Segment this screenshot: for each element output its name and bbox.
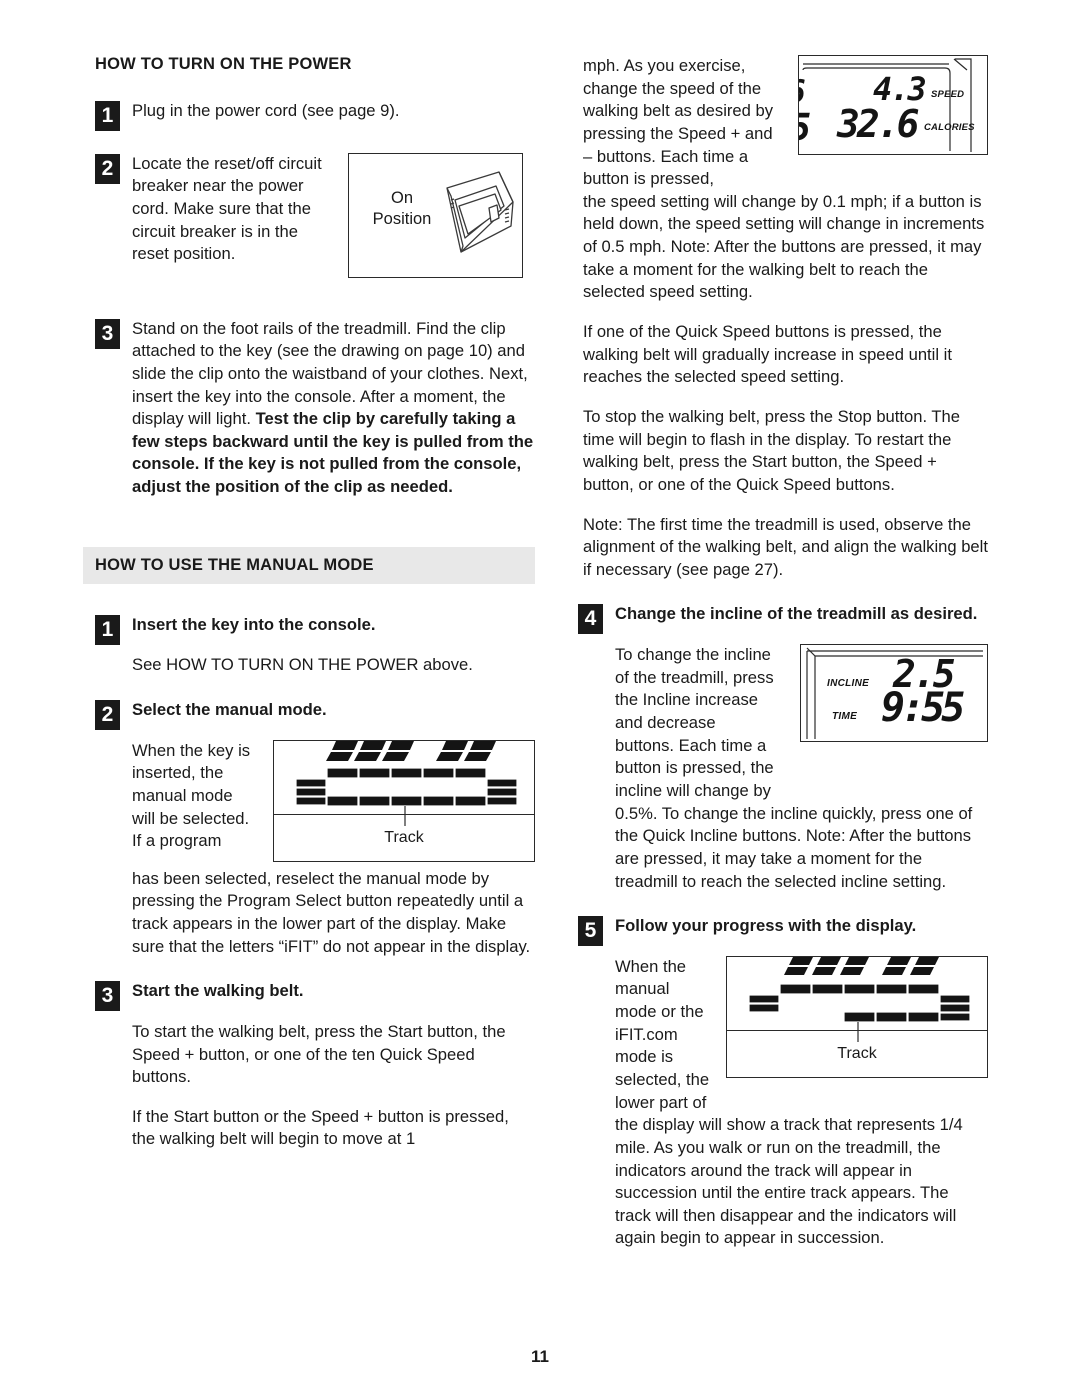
step-manual-1: 1 Insert the key into the console. See H… (95, 614, 535, 677)
step-text-wrap: When the manual mode or the iFIT.com mod… (615, 956, 710, 1112)
track-caption: Track (384, 828, 424, 846)
step-text: See HOW TO TURN ON THE POWER above. (132, 655, 473, 675)
breaker-switch-drawing (446, 170, 514, 253)
step-manual-2: 2 Select the manual mode. Track When the… (95, 699, 535, 958)
incline-time-lcd: INCLINE 2.5 TIME 9:55 (800, 644, 988, 743)
step-text-rest: the display will show a track that repre… (615, 1115, 963, 1248)
breaker-label-line2: Position (372, 209, 432, 228)
para-quick-speed: If one of the Quick Speed buttons is pre… (583, 322, 952, 387)
step-number-badge: 3 (95, 981, 120, 1012)
continued-text-rest: the speed setting will change by 0.1 mph… (583, 191, 985, 302)
step-lead: Select the manual mode. (132, 700, 327, 720)
step-number-badge: 5 (578, 916, 603, 947)
lcd-partial-digit-top: 6 (799, 74, 806, 110)
step-incline-4: 4 Change the incline of the treadmill as… (578, 603, 988, 893)
step-lead: Insert the key into the console. (132, 614, 376, 634)
step-number-badge: 4 (578, 604, 603, 635)
breaker-label-line1: On (390, 188, 413, 207)
lcd-speed-label: SPEED (931, 89, 965, 100)
step-manual-3: 3 Start the walking belt. To start the w… (95, 980, 535, 1151)
lcd-partial-digit-bottom: 5 (799, 106, 811, 149)
step-lead: Start the walking belt. (132, 981, 304, 1001)
step-text-1: To start the walking belt, press the Sta… (132, 1021, 506, 1087)
step-text: Locate the reset/off circuit breaker nea… (132, 153, 322, 264)
track-display-partial: Track (726, 955, 988, 1078)
track-oval-graphic (295, 740, 518, 814)
lcd-calories-label: CALORIES (924, 122, 975, 133)
section-heading-manual-mode: HOW TO USE THE MANUAL MODE (83, 546, 535, 584)
step-lead: Follow your progress with the display. (615, 916, 917, 936)
step-progress-5: 5 Follow your progress with the display. (578, 915, 988, 1250)
step-number-badge: 3 (95, 318, 120, 349)
step-text-wrap: To change the incline of the treadmill, … (615, 645, 774, 800)
step-number-badge: 1 (95, 614, 120, 645)
section-heading-power: HOW TO TURN ON THE POWER (95, 55, 352, 73)
left-column: HOW TO TURN ON THE POWER 1 Plug in the p… (83, 55, 535, 1173)
lcd-time-value: 9:55 (881, 685, 965, 732)
page-number: 11 (531, 1347, 549, 1366)
step-lead: Change the incline of the treadmill as d… (615, 604, 978, 624)
lcd-incline-label: INCLINE (827, 678, 870, 690)
step-number-badge: 1 (95, 101, 120, 131)
step-text-rest: 0.5%. To change the incline quickly, pre… (615, 803, 973, 891)
para-note: Note: The first time the treadmill is us… (583, 514, 988, 579)
lcd-time-label: TIME (832, 711, 858, 723)
step-number-badge: 2 (95, 700, 120, 731)
step-text-2: If the Start button or the Speed + butto… (132, 1106, 509, 1149)
lcd-calories-value: 32.6 (837, 102, 919, 146)
track-caption: Track (837, 1044, 877, 1062)
manual-page: HOW TO TURN ON THE POWER 1 Plug in the p… (0, 0, 1080, 1397)
speed-calories-lcd: 6 4.3 SPEED 5 32.6 CALORIES (798, 55, 988, 155)
step-number-badge: 2 (95, 153, 120, 184)
step-power-1: 1 Plug in the power cord (see page 9). (95, 100, 535, 131)
right-column: 6 4.3 SPEED 5 32.6 CALORIES mph. As you … (578, 55, 988, 1272)
circuit-breaker-illustration: On Position (348, 152, 523, 278)
step-text-rest: has been selected, reselect the manual m… (132, 868, 531, 956)
step-power-2: 2 On Position Locate the reset/off circu… (95, 152, 535, 284)
step-text: Plug in the power cord (see page 9). (132, 101, 400, 120)
continued-text-wrap: mph. As you exercise, change the speed o… (583, 56, 774, 189)
step-text: Stand on the foot rails of the treadmill… (132, 318, 535, 499)
step-text-wrap: When the key is inserted, the manual mod… (132, 740, 251, 851)
track-display-full: Track (273, 739, 535, 862)
step-power-3: 3 Stand on the foot rails of the treadmi… (95, 318, 535, 499)
para-stop: To stop the walking belt, press the Stop… (583, 406, 960, 494)
track-oval-graphic-partial (748, 956, 971, 1030)
